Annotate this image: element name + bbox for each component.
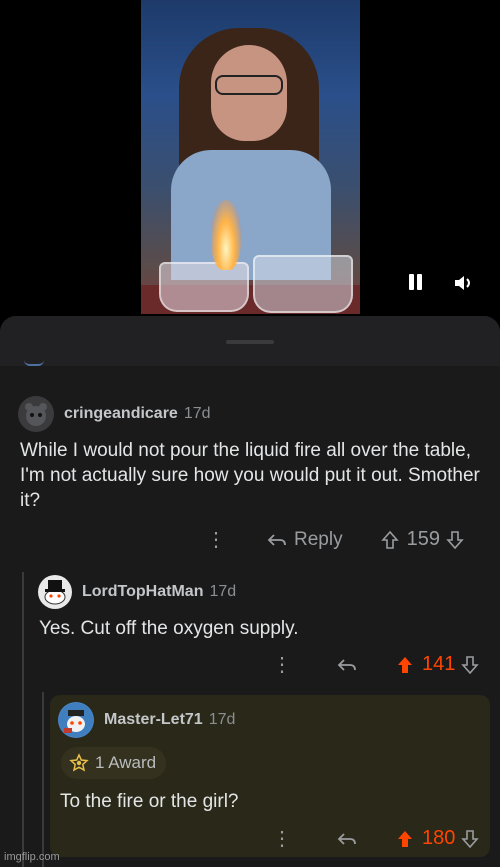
vote-count: 159 [406, 528, 440, 550]
vote-count: 180 [422, 827, 456, 849]
reply-icon[interactable] [336, 657, 358, 673]
sheet-drag-handle[interactable] [226, 340, 274, 344]
avatar[interactable] [18, 396, 54, 432]
more-options-icon[interactable]: ⋮ [206, 527, 226, 552]
username[interactable]: Master-Let71 [104, 711, 203, 729]
thread-line[interactable] [22, 572, 24, 867]
reply-icon[interactable] [336, 831, 358, 847]
comment-header: cringeandicare 17d [18, 396, 211, 432]
award-badge[interactable]: 1 Award [61, 747, 167, 779]
reply-icon [267, 533, 286, 546]
reply-label: Reply [294, 528, 343, 550]
upvote-icon[interactable] [396, 655, 414, 675]
award-label: 1 Award [95, 753, 157, 772]
comment-age: 17d [208, 711, 236, 728]
downvote-icon[interactable] [461, 829, 480, 849]
comment-body: Yes. Cut off the oxygen supply. [39, 618, 299, 639]
video-flame [211, 200, 241, 270]
comment-header: LordTopHatMan 17d [38, 575, 236, 609]
comment-actions: ⋮ 180 [272, 826, 480, 851]
username[interactable]: LordTopHatMan [82, 583, 203, 601]
comment-body: To the fire or the girl? [60, 791, 239, 812]
comment-actions: ⋮ Reply 159 [206, 527, 464, 552]
comment-header: Master-Let71 17d [58, 702, 235, 738]
video-player[interactable] [0, 0, 500, 318]
vote-count: 141 [422, 653, 456, 675]
previous-comment-edge [24, 360, 44, 366]
award-icon [69, 753, 89, 772]
more-options-icon[interactable]: ⋮ [272, 652, 292, 677]
sheet-header [0, 316, 500, 366]
video-subject-glasses [215, 75, 283, 95]
vote-controls: 159 [380, 528, 464, 551]
upvote-icon[interactable] [380, 530, 399, 550]
comment-actions: ⋮ 141 [272, 652, 480, 677]
reply-button[interactable]: Reply [266, 529, 343, 551]
video-frame[interactable] [141, 0, 360, 314]
comment-age: 17d [209, 583, 237, 600]
vote-controls: 180 [396, 827, 480, 850]
avatar[interactable] [38, 575, 72, 609]
avatar[interactable] [58, 702, 94, 738]
username[interactable]: cringeandicare [64, 405, 178, 423]
comment-body: While I would not pour the liquid fire a… [20, 440, 480, 511]
video-cup-left [159, 262, 249, 312]
pause-icon[interactable] [404, 272, 426, 294]
comment-age: 17d [183, 405, 211, 422]
more-options-icon[interactable]: ⋮ [272, 826, 292, 851]
thread-line[interactable] [42, 692, 44, 867]
downvote-icon[interactable] [446, 530, 464, 550]
watermark: imgflip.com [4, 851, 60, 863]
downvote-icon[interactable] [461, 655, 480, 675]
upvote-icon[interactable] [396, 829, 414, 849]
vote-controls: 141 [396, 653, 480, 676]
sound-icon[interactable] [452, 271, 476, 295]
video-cup-right [253, 255, 353, 313]
